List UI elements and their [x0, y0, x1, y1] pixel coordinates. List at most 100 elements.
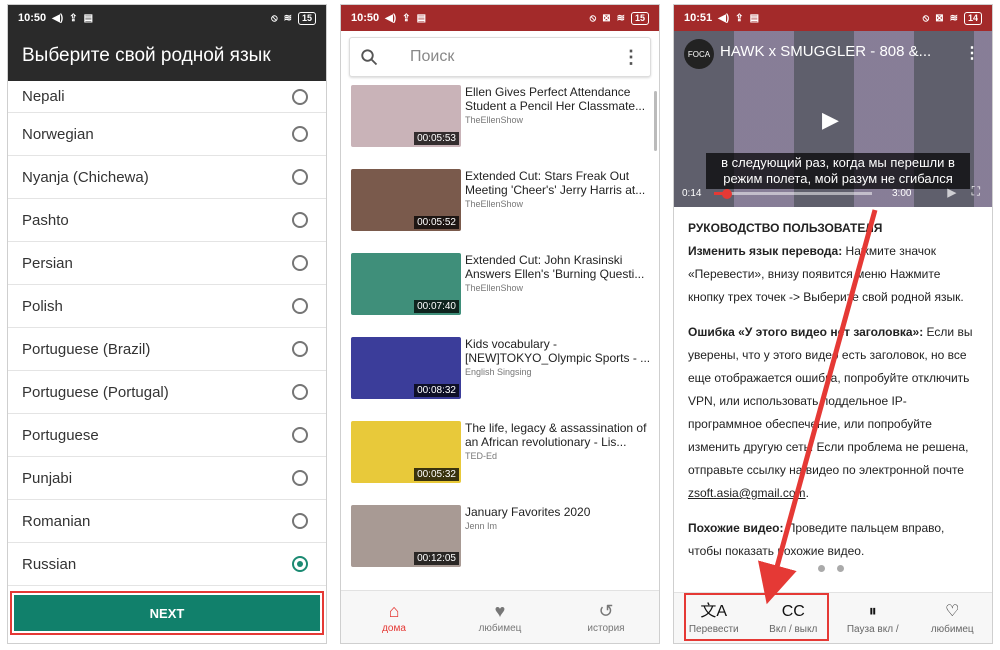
video-thumbnail[interactable]: 00:08:32 — [351, 337, 461, 399]
video-info: The life, legacy & assassination of an A… — [465, 421, 651, 461]
alarm-off-icon: ⦸ — [271, 12, 278, 24]
more-options-icon[interactable]: ⋮ — [622, 47, 640, 68]
nav-icon: ♥ — [494, 600, 506, 621]
language-name: Portuguese (Portugal) — [22, 383, 169, 401]
control-label: Пауза вкл / — [846, 623, 899, 635]
video-player[interactable]: FOCA HAWK x SMUGGLER - 808 &... ⋮ ▶ в сл… — [674, 31, 992, 207]
language-option[interactable]: Russian — [8, 543, 326, 586]
wifi-icon: ≋ — [616, 12, 625, 24]
language-option[interactable]: Persian — [8, 242, 326, 285]
play-icon[interactable]: ▶ — [822, 107, 839, 133]
radio-button[interactable] — [292, 427, 308, 443]
video-item[interactable]: 00:08:32 Kids vocabulary - [NEW]TOKYO_Oly… — [351, 335, 659, 419]
nav-item[interactable]: ⌂ дома — [341, 591, 447, 643]
progress-knob[interactable] — [722, 189, 732, 199]
fullscreen-icon[interactable]: ⛶ — [972, 184, 980, 199]
search-input[interactable] — [408, 47, 622, 67]
control-button[interactable]: CC Вкл / выкл — [754, 593, 834, 643]
support-email-link[interactable]: zsoft.asia@gmail.com — [688, 486, 806, 500]
control-icon: ⏸ — [868, 602, 877, 620]
guide-label-language: Изменить язык перевода: — [688, 244, 843, 258]
radio-button[interactable] — [292, 255, 308, 271]
wifi-icon: ≋ — [949, 12, 958, 24]
battery-icon: 15 — [630, 11, 649, 25]
video-thumbnail[interactable]: 00:05:52 — [351, 169, 461, 231]
video-item[interactable]: 00:07:40 Extended Cut: John Krasinski Ans… — [351, 251, 659, 335]
video-channel: English Singsing — [465, 367, 532, 377]
status-bar: 10:51 ◀) ⇪ ▤ ⦸ ⊠ ≋ 14 — [674, 5, 992, 31]
language-option[interactable]: Pashto — [8, 199, 326, 242]
language-option[interactable]: Portuguese (Brazil) — [8, 328, 326, 371]
video-title[interactable]: Ellen Gives Perfect Attendance Student a… — [465, 85, 651, 113]
radio-button[interactable] — [292, 341, 308, 357]
trash-icon: ▤ — [83, 12, 94, 24]
page-indicator — [818, 565, 844, 572]
video-channel: Jenn Im — [465, 521, 498, 531]
progress-bar[interactable] — [714, 192, 872, 195]
nav-item[interactable]: ↺ история — [553, 591, 659, 643]
next-highlight: NEXT — [10, 591, 324, 635]
control-button[interactable]: 文A Перевести — [674, 593, 754, 643]
video-thumbnail[interactable]: 00:12:05 — [351, 505, 461, 567]
language-option[interactable]: Norwegian — [8, 113, 326, 156]
next-button[interactable]: NEXT — [14, 595, 320, 631]
language-option[interactable]: Portuguese (Portugal) — [8, 371, 326, 414]
video-thumbnail[interactable]: 00:05:53 — [351, 85, 461, 147]
video-thumbnail[interactable]: 00:07:40 — [351, 253, 461, 315]
language-option[interactable]: Nyanja (Chichewa) — [8, 156, 326, 199]
search-icon[interactable] — [360, 48, 378, 66]
battery-icon: 14 — [963, 11, 982, 25]
video-item[interactable]: 00:12:05 January Favorites 2020 Jenn Im — [351, 503, 659, 587]
status-bar: 10:50 ◀) ⇪ ▤ ⦸ ⊠ ≋ 15 — [341, 5, 659, 31]
scrollbar[interactable] — [654, 91, 657, 151]
language-option[interactable]: Polish — [8, 285, 326, 328]
page-title: Выберите свой родной язык — [8, 31, 326, 81]
control-button[interactable]: ♡ любимец — [913, 593, 993, 643]
status-time: 10:50 — [18, 12, 47, 24]
video-item[interactable]: 00:05:53 Ellen Gives Perfect Attendance S… — [351, 83, 659, 167]
user-guide: РУКОВОДСТВО ПОЛЬЗОВАТЕЛЯ Изменить язык п… — [674, 207, 992, 563]
language-name: Russian — [22, 555, 77, 573]
radio-button[interactable] — [292, 556, 308, 572]
radio-button[interactable] — [292, 88, 308, 105]
radio-button[interactable] — [292, 513, 308, 529]
upload-icon: ⇪ — [402, 12, 411, 24]
radio-button[interactable] — [292, 169, 308, 185]
current-time: 0:14 — [682, 188, 702, 199]
guide-text-error: Если вы уверены, что у этого видео есть … — [688, 325, 973, 477]
more-options-icon[interactable]: ⋮ — [964, 43, 980, 63]
radio-button[interactable] — [292, 384, 308, 400]
sound-icon: ◀) — [52, 12, 64, 24]
video-item[interactable]: 00:05:32 The life, legacy & assassination… — [351, 419, 659, 503]
video-title[interactable]: Kids vocabulary - [NEW]TOKYO_Olympic Spo… — [465, 337, 651, 365]
radio-button[interactable] — [292, 298, 308, 314]
video-title[interactable]: Extended Cut: Stars Freak Out Meeting 'C… — [465, 169, 651, 197]
upload-icon: ⇪ — [735, 12, 744, 24]
control-icon: CC — [781, 602, 805, 620]
subtitle-overlay: в следующий раз, когда мы перешли в режи… — [706, 153, 970, 189]
language-option[interactable]: Portuguese — [8, 414, 326, 457]
radio-button[interactable] — [292, 212, 308, 228]
video-info: Kids vocabulary - [NEW]TOKYO_Olympic Spo… — [465, 337, 651, 377]
video-thumbnail[interactable]: 00:05:32 — [351, 421, 461, 483]
radio-button[interactable] — [292, 126, 308, 142]
battery-icon: 15 — [297, 11, 316, 25]
video-duration: 00:07:40 — [414, 300, 459, 313]
radio-button[interactable] — [292, 470, 308, 486]
language-option[interactable]: Romanian — [8, 500, 326, 543]
guide-label-similar: Похожие видео: — [688, 521, 784, 535]
search-bar: ⋮ — [349, 37, 651, 77]
nav-item[interactable]: ♥ любимец — [447, 591, 553, 643]
bottom-nav: 文A Перевести CC Вкл / выкл ⏸ Пауза вкл / ♡ люби… — [674, 592, 992, 643]
video-title[interactable]: Extended Cut: John Krasinski Answers Ell… — [465, 253, 651, 281]
status-time: 10:51 — [684, 12, 713, 24]
video-item[interactable]: 00:05:52 Extended Cut: Stars Freak Out Me… — [351, 167, 659, 251]
video-title[interactable]: The life, legacy & assassination of an A… — [465, 421, 651, 449]
control-button[interactable]: ⏸ Пауза вкл / — [833, 593, 913, 643]
phone-video-player: 10:51 ◀) ⇪ ▤ ⦸ ⊠ ≋ 14 FOCA HAWK x SMUGGL… — [673, 4, 993, 644]
guide-heading: РУКОВОДСТВО ПОЛЬЗОВАТЕЛЯ — [688, 221, 883, 235]
video-channel: TheEllenShow — [465, 115, 524, 125]
video-title[interactable]: January Favorites 2020 — [465, 505, 651, 519]
language-option[interactable]: Nepali — [8, 81, 326, 113]
language-option[interactable]: Punjabi — [8, 457, 326, 500]
